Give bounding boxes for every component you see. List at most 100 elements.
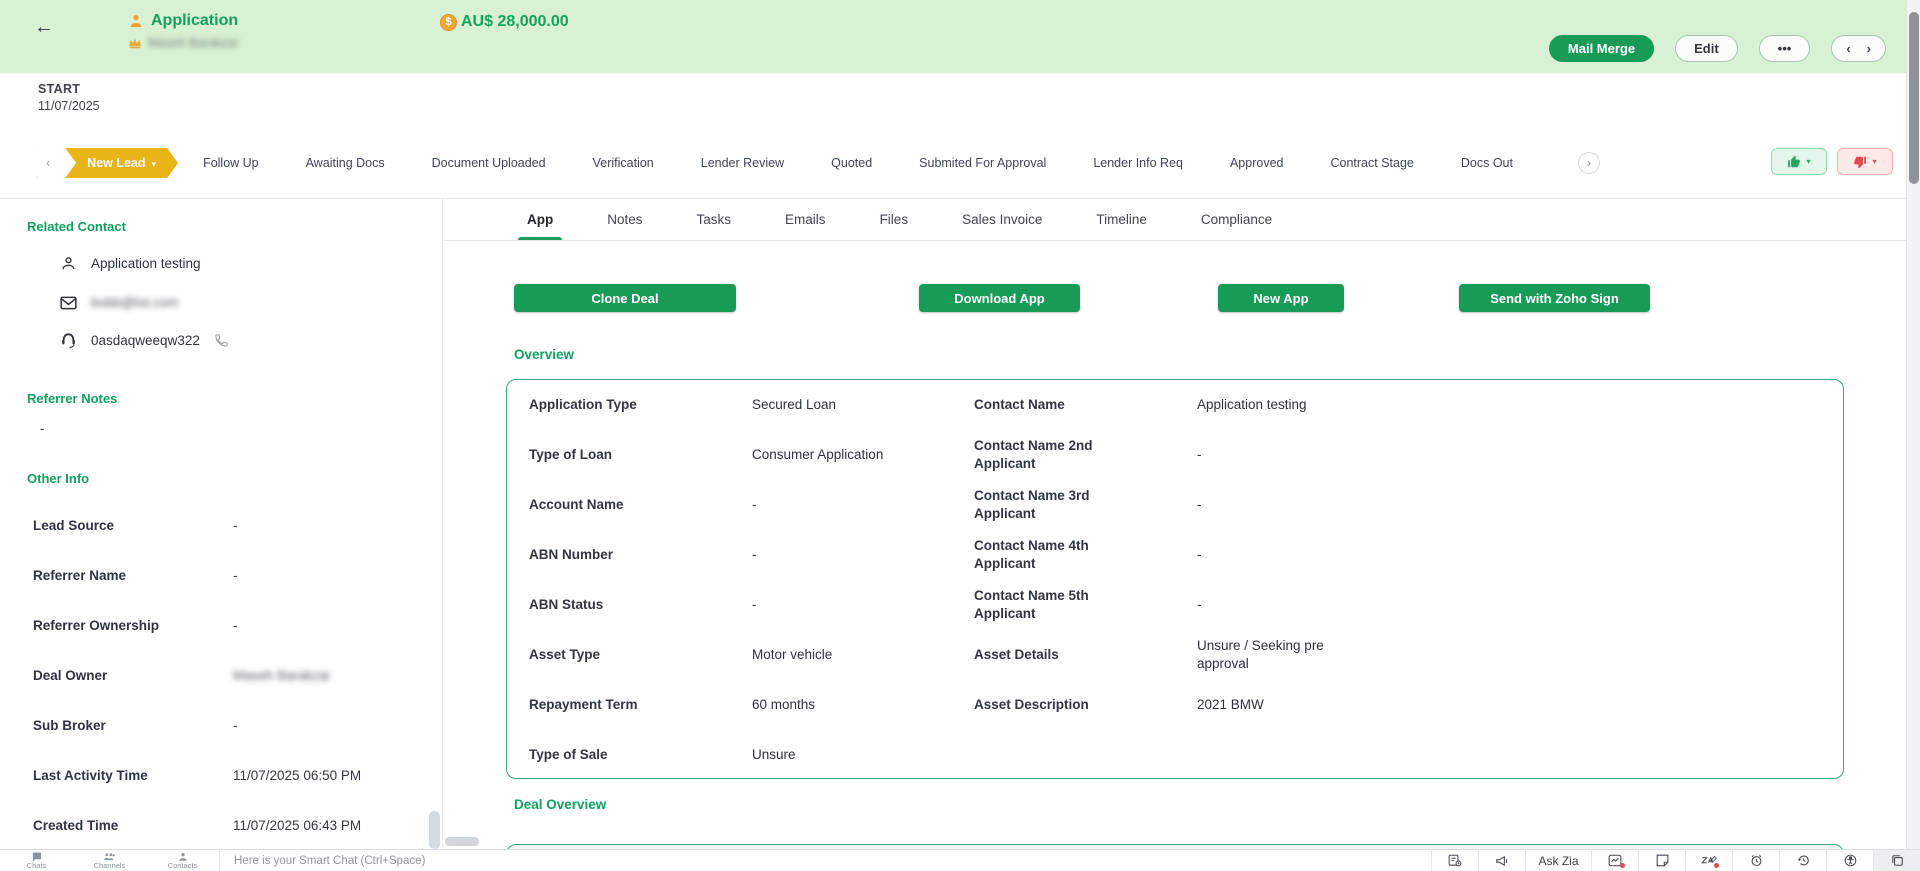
tab-notes[interactable]: Notes (580, 199, 669, 240)
back-button[interactable]: ← (34, 16, 54, 39)
tab-sales-invoice[interactable]: Sales Invoice (935, 199, 1069, 240)
stage-submited-for-approval[interactable]: Submited For Approval (897, 148, 1068, 178)
stage-section: START 11/07/2025 ‹ New Lead ▾ Follow Up A… (0, 73, 1920, 198)
ask-zia-button[interactable]: Ask Zia (1525, 850, 1591, 871)
thumbs-down-caret-icon: ▾ (1872, 157, 1877, 166)
related-contact-heading: Related Contact (27, 219, 126, 234)
overview-row: Type of Sale Unsure (529, 746, 796, 762)
overview-row: Application Type Secured Loan Contact Nam… (529, 396, 1307, 412)
stage-contract-stage[interactable]: Contract Stage (1308, 148, 1435, 178)
tab-timeline[interactable]: Timeline (1069, 199, 1174, 240)
page-scrollbar-thumb[interactable] (1909, 12, 1919, 184)
field-referrer-ownership: Referrer Ownership - (33, 618, 238, 633)
send-with-zoho-sign-button[interactable]: Send with Zoho Sign (1459, 284, 1650, 312)
stage-verification[interactable]: Verification (571, 148, 676, 178)
related-contact-phone[interactable]: 0asdaqweeqw322 (60, 332, 229, 349)
related-contact-name[interactable]: Application testing (60, 255, 201, 272)
record-owner-name: Maseh Barakzai (148, 36, 238, 50)
thumbs-up-button[interactable]: ▾ (1771, 148, 1827, 175)
tab-emails[interactable]: Emails (758, 199, 853, 240)
tab-files[interactable]: Files (853, 199, 936, 240)
stage-pipeline: ‹ New Lead ▾ Follow Up Awaiting Docs Docu… (36, 148, 1577, 178)
mail-merge-button[interactable]: Mail Merge (1548, 35, 1655, 62)
contact-person-icon (60, 255, 77, 272)
deal-main-panel: App Notes Tasks Emails Files Sales Invoi… (444, 199, 1906, 849)
thumbs-up-icon (1787, 155, 1801, 169)
other-info-heading: Other Info (27, 471, 90, 486)
stage-document-uploaded[interactable]: Document Uploaded (410, 148, 568, 178)
related-contact-email[interactable]: bobb@lot.com (60, 295, 178, 310)
call-phone-icon[interactable] (214, 333, 229, 348)
page-header: ← Application Maseh Barakzai $ AU$ 28,00… (0, 0, 1920, 73)
reminders-button[interactable] (1732, 850, 1779, 871)
referrer-notes-heading: Referrer Notes (27, 391, 118, 406)
record-person-icon (128, 13, 144, 29)
copy-icon (1891, 854, 1904, 867)
stage-dropdown-caret-icon[interactable]: ▾ (152, 159, 157, 169)
stage-awaiting-docs[interactable]: Awaiting Docs (284, 148, 407, 178)
edit-button[interactable]: Edit (1675, 35, 1738, 62)
overview-card: Application Type Secured Loan Contact Nam… (506, 379, 1844, 779)
thumbs-down-button[interactable]: ▾ (1837, 148, 1893, 175)
sticky-notes-button[interactable] (1638, 850, 1685, 871)
zoho-sign-button[interactable] (1685, 850, 1732, 871)
tab-app[interactable]: App (500, 199, 580, 240)
chats-button[interactable]: Chats (0, 850, 73, 871)
sticky-note-icon (1656, 854, 1669, 867)
notification-dot (1620, 863, 1625, 868)
crown-icon (128, 37, 142, 49)
record-title: Application (151, 12, 239, 29)
tab-compliance[interactable]: Compliance (1174, 199, 1299, 240)
notification-dot (1714, 863, 1719, 868)
deal-overview-heading: Deal Overview (514, 797, 607, 812)
field-created-time: Created Time 11/07/2025 06:43 PM (33, 818, 362, 833)
next-record-icon[interactable]: › (1867, 41, 1871, 56)
tab-tasks[interactable]: Tasks (670, 199, 759, 240)
overview-row: Asset Type Motor vehicle Asset Details Uns… (529, 637, 1324, 671)
more-actions-button[interactable]: ••• (1758, 35, 1811, 62)
announcements-button[interactable] (1478, 850, 1525, 871)
activities-button[interactable] (1431, 850, 1478, 871)
stage-lender-info-req[interactable]: Lender Info Req (1071, 148, 1205, 178)
field-lead-source: Lead Source - (33, 518, 238, 533)
accessibility-button[interactable] (1826, 850, 1873, 871)
content-area: Related Contact Application testing bobb… (0, 198, 1920, 849)
previous-record-icon[interactable]: ‹ (1846, 41, 1850, 56)
stage-scroll-left[interactable]: ‹ (36, 148, 62, 178)
thumbs-up-caret-icon: ▾ (1806, 157, 1811, 166)
referrer-notes-value: - (40, 421, 45, 436)
stage-lender-review[interactable]: Lender Review (679, 148, 806, 178)
zia-insights-button[interactable] (1591, 850, 1638, 871)
download-app-button[interactable]: Download App (919, 284, 1080, 312)
channels-button[interactable]: Channels (73, 850, 146, 871)
stage-quoted[interactable]: Quoted (809, 148, 894, 178)
contacts-button[interactable]: Contacts (146, 850, 219, 871)
stage-scroll-right-button[interactable]: › (1578, 152, 1600, 174)
field-last-activity-time: Last Activity Time 11/07/2025 06:50 PM (33, 768, 362, 783)
main-horizontal-scrollbar[interactable] (445, 837, 479, 846)
alarm-clock-icon (1750, 854, 1763, 867)
overview-row: ABN Status - Contact Name 5th Applicant - (529, 587, 1202, 621)
copy-windows-button[interactable] (1873, 850, 1920, 871)
stage-approved[interactable]: Approved (1208, 148, 1306, 178)
recent-items-button[interactable] (1779, 850, 1826, 871)
bottom-right-tools: Ask Zia (1431, 850, 1920, 871)
sidebar-scrollbar[interactable] (429, 811, 440, 849)
history-clock-icon (1797, 854, 1810, 867)
overview-row: Account Name - Contact Name 3rd Applicant… (529, 487, 1202, 521)
field-deal-owner: Deal Owner Maseh Barakzai (33, 668, 330, 683)
stage-follow-up[interactable]: Follow Up (181, 148, 281, 178)
activities-icon (1448, 854, 1462, 867)
stage-start-date: 11/07/2025 (38, 99, 100, 113)
stage-start-label: START (38, 82, 81, 96)
stage-docs-out[interactable]: Docs Out (1439, 148, 1535, 178)
page-scrollbar-track[interactable] (1906, 0, 1920, 849)
overview-row: ABN Number - Contact Name 4th Applicant - (529, 537, 1202, 571)
field-referrer-name: Referrer Name - (33, 568, 238, 583)
smart-chat-input[interactable]: Here is your Smart Chat (Ctrl+Space) (219, 850, 1431, 871)
new-app-button[interactable]: New App (1218, 284, 1344, 312)
field-sub-broker: Sub Broker - (33, 718, 238, 733)
deal-rating-buttons: ▾ ▾ (1771, 148, 1893, 175)
clone-deal-button[interactable]: Clone Deal (514, 284, 736, 312)
stage-new-lead[interactable]: New Lead ▾ (65, 148, 178, 178)
